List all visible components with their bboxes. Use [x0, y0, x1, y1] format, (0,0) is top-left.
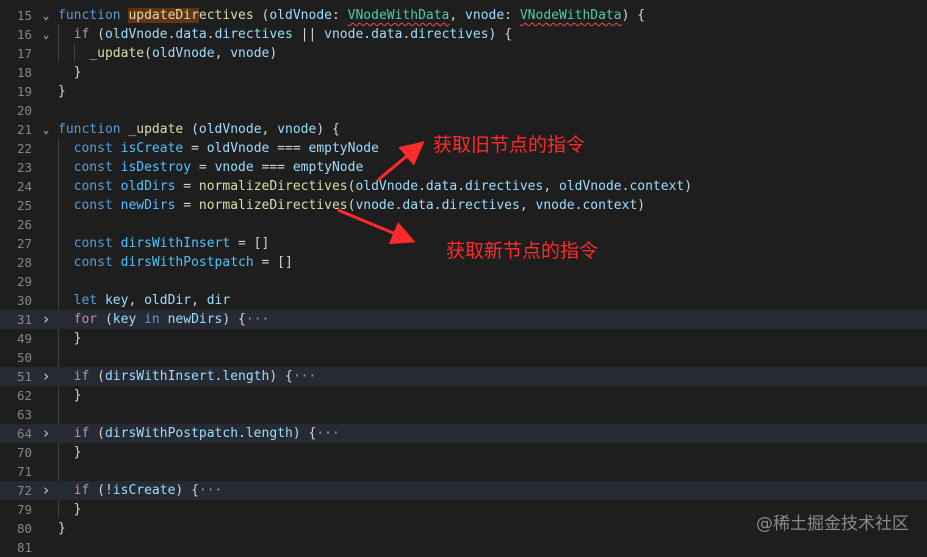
watermark: @稀土掘金技术社区: [756, 514, 909, 534]
annotation-arrows: [337, 141, 425, 245]
arrow-old: [377, 141, 425, 182]
arrow-new: [337, 208, 416, 245]
annotation-old-directives: 获取旧节点的指令: [433, 134, 586, 156]
annotation-new-directives: 获取新节点的指令: [446, 240, 599, 262]
